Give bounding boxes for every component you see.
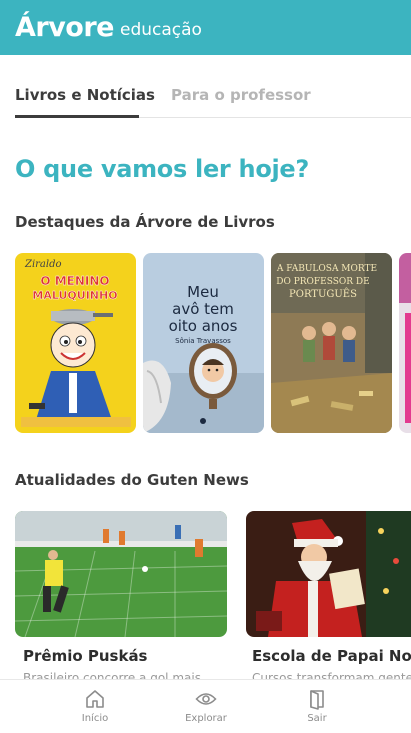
app-header: Árvore educação — [0, 0, 411, 55]
book-title-line1: A FABULOSA MORTE — [276, 264, 377, 274]
book-cover-menino-maluquinho[interactable]: Ziraldo O MENINO MALUQUINHO — [15, 253, 136, 433]
tab-livros-noticias[interactable]: Livros e Notícias — [15, 86, 155, 104]
book-title-line2: DO PROFESSOR DE — [276, 277, 369, 287]
book-title-line3: oito anos — [169, 317, 238, 335]
tab-bar: Livros e Notícias Para o professor — [15, 76, 411, 118]
page-title: O que vamos ler hoje? — [15, 155, 310, 183]
news-card-premio-puskas[interactable]: Prêmio Puskás Brasileiro concorre a gol … — [15, 511, 227, 680]
brand-logo: Árvore — [15, 12, 115, 43]
eye-icon — [195, 693, 217, 705]
book-title-line2: MALUQUINHO — [32, 289, 117, 302]
news-title: Prêmio Puskás — [23, 647, 148, 665]
exit-icon — [310, 690, 324, 710]
books-section-title: Destaques da Árvore de Livros — [15, 213, 275, 231]
book-cover-illustration: Meu avô tem oito anos Sônia Travassos — [143, 253, 264, 433]
news-section-title: Atualidades do Guten News — [15, 471, 249, 489]
news-card-escola-papai-noel[interactable]: Escola de Papai Noel Cursos transformam … — [246, 511, 411, 680]
book-title-line3: PORTUGUÊS — [289, 288, 357, 300]
book-title-line2: avô tem — [172, 300, 234, 318]
nav-label: Início — [81, 713, 109, 724]
news-image — [15, 511, 227, 637]
book-title-line1: O MENINO — [40, 274, 109, 288]
nav-explorar[interactable]: Explorar — [166, 688, 246, 724]
home-icon — [86, 690, 104, 708]
nav-sair[interactable]: Sair — [277, 688, 357, 724]
book-cover-meu-avo-tem-oito-anos[interactable]: Meu avô tem oito anos Sônia Travassos — [143, 253, 264, 433]
book-author-signature: Ziraldo — [24, 259, 62, 270]
book-title-line1: Meu — [187, 283, 219, 301]
book-cover-illustration: A FABULOSA MORTE DO PROFESSOR DE PORTUGU… — [271, 253, 392, 433]
book-cover-fabulosa-morte[interactable]: A FABULOSA MORTE DO PROFESSOR DE PORTUGU… — [271, 253, 392, 433]
active-tab-indicator — [15, 115, 139, 118]
bottom-navigation: Início Explorar Sair — [0, 679, 411, 733]
nav-inicio[interactable]: Início — [55, 688, 135, 724]
news-title: Escola de Papai Noel — [252, 647, 411, 665]
book-cover-illustration — [399, 253, 411, 433]
nav-label: Explorar — [185, 713, 227, 724]
book-cover-partial[interactable] — [399, 253, 411, 433]
nav-label: Sair — [307, 713, 327, 724]
book-author: Sônia Travassos — [175, 337, 231, 345]
brand-subtitle: educação — [120, 19, 202, 40]
tab-para-o-professor[interactable]: Para o professor — [171, 86, 311, 104]
book-cover-illustration: Ziraldo O MENINO MALUQUINHO — [15, 253, 136, 433]
news-image — [246, 511, 411, 637]
